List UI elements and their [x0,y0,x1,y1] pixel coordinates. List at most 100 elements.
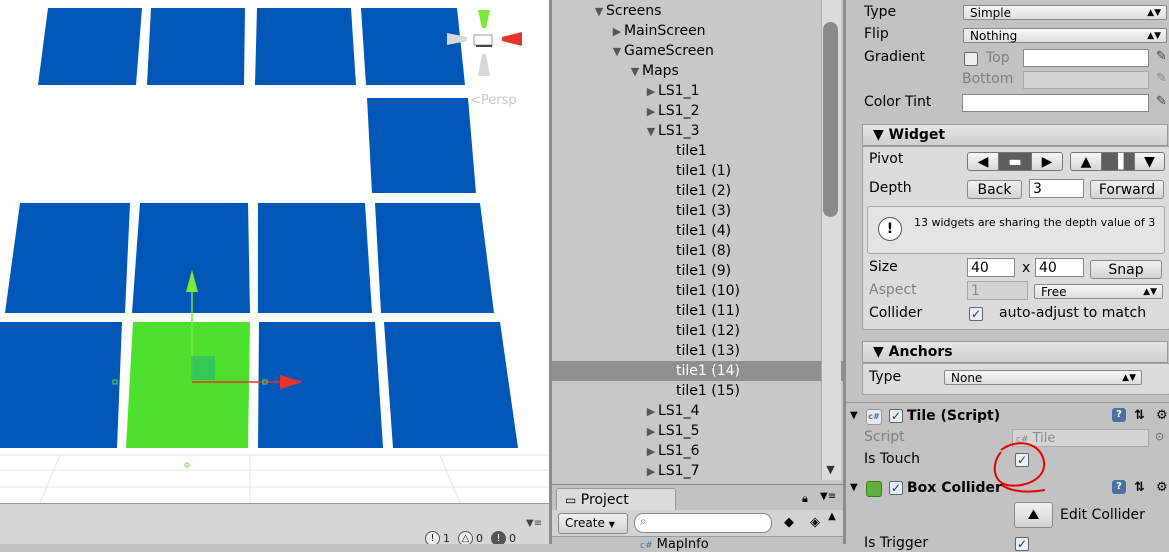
is-trigger-checkbox[interactable]: ✓ [1015,537,1029,551]
collapsed-arrow-icon[interactable]: ▶ [644,402,658,422]
info-count[interactable]: ! 1 [425,531,450,544]
eyedropper-icon[interactable]: ✎ [1156,94,1168,110]
depth-warning-box: ! 13 widgets are sharing the depth value… [867,206,1165,254]
collider-checkbox[interactable]: ✓ [969,307,983,321]
gear-icon[interactable]: ⚙ [1156,405,1168,427]
box-collider-enabled-checkbox[interactable]: ✓ [889,481,903,495]
info-count-value: 1 [443,532,450,544]
depth-back-button[interactable]: Back [967,180,1022,199]
gear-icon[interactable]: ⚙ [1156,477,1168,499]
expanded-arrow-icon[interactable]: ▼ [644,122,658,142]
hierarchy-item-label: tile1 (13) [676,343,740,359]
type-label: Type [864,4,897,20]
project-panel: ▭ Project 🔒︎ ▼≡ Create ▼ ⌕ ◆ ◈ c# MapInf… [552,484,843,552]
project-search-input[interactable]: ⌕ [634,513,772,533]
project-file-label: MapInfo [656,537,709,552]
size-x-label: x [1022,260,1031,276]
tile-script-enabled-checkbox[interactable]: ✓ [889,409,903,423]
gradient-top-label: Top [986,50,1010,66]
help-icon[interactable]: ? [1112,480,1126,494]
persp-text: Persp [480,93,517,108]
selected-tile[interactable] [126,322,250,448]
tile [367,98,476,193]
tile [132,203,250,313]
widget-header[interactable]: ▼ Widget [862,124,1168,146]
project-tab[interactable]: ▭ Project [556,488,676,511]
expanded-arrow-icon[interactable]: ▼ [592,2,606,22]
pivot-top-button[interactable]: ▲ [1070,152,1102,171]
hierarchy-item-label: LS1_5 [658,423,700,439]
hierarchy-item-label: tile1 (15) [676,383,740,399]
hierarchy-item-label: MainScreen [624,23,706,39]
gradient-top-color[interactable] [1023,49,1149,67]
error-count[interactable]: ! 0 [491,531,516,544]
aspect-mode-dropdown[interactable]: Free ▲▼ [1034,284,1163,299]
create-button[interactable]: Create ▼ [558,513,628,534]
collapsed-arrow-icon[interactable]: ▶ [610,22,624,42]
search-icon: ⌕ [640,514,647,528]
warning-count-value: 0 [476,532,483,544]
hierarchy-item-label: LS1_3 [658,123,700,139]
project-scroll-up-icon[interactable]: ▲ [822,511,842,545]
depth-forward-button[interactable]: Forward [1090,180,1164,199]
scene-status-bar: ▼≡ ! 1 △ 0 ! 0 [0,503,549,544]
size-width-field[interactable]: 40 [967,258,1015,277]
collapsed-arrow-icon[interactable]: ▶ [644,102,658,122]
hierarchy-item-label: GameScreen [624,43,714,59]
anchors-header[interactable]: ▼ Anchors [862,341,1168,363]
expanded-arrow-icon[interactable]: ▼ [610,42,624,62]
scene-view[interactable]: <Persp ▼≡ ! 1 △ 0 ! 0 [0,0,549,544]
object-picker-icon: ⊙ [1155,430,1165,443]
panel-menu-icon[interactable]: ▼≡ [820,491,836,502]
tile-script-header[interactable]: ▼ c# ✓ Tile (Script) ? ⇅ ⚙ [846,405,1169,427]
edit-collider-button[interactable]: ⛰ [1014,502,1053,528]
lock-icon[interactable]: 🔒︎ [802,492,808,506]
scene-menu-icon[interactable]: ▼≡ [526,518,542,529]
pivot-center-button[interactable]: ▬ [998,152,1032,171]
pivot-right-button[interactable]: ▶ [1031,152,1063,171]
size-height-field[interactable]: 40 [1035,258,1084,277]
tile [5,203,130,313]
pivot-middle-button[interactable]: ▐ [1101,152,1135,171]
project-file-item[interactable]: c# MapInfo [640,537,709,552]
tile [384,322,518,448]
perspective-label[interactable]: <Persp [470,93,517,108]
filter-by-label-icon[interactable]: ◈ [810,515,820,530]
depth-field[interactable]: 3 [1029,179,1084,198]
scroll-down-icon[interactable]: ▼ [821,460,840,480]
anchors-type-label: Type [869,369,902,385]
scene-canvas[interactable] [0,0,549,503]
inspector-panel: Type Simple ▲▼ Flip Nothing ▲▼ Gradient To… [846,0,1169,551]
collapsed-arrow-icon[interactable]: ▶ [644,82,658,102]
pivot-bottom-button[interactable]: ▼ [1134,152,1165,171]
hierarchy-item[interactable]: ▼ Screens [552,1,860,21]
help-icon[interactable]: ? [1112,408,1126,422]
collapsed-arrow-icon[interactable]: ▶ [644,462,658,482]
pivot-left-button[interactable]: ◀ [967,152,999,171]
snap-button[interactable]: Snap [1090,260,1162,279]
anchors-type-dropdown[interactable]: None ▲▼ [944,370,1142,385]
flip-dropdown[interactable]: Nothing ▲▼ [963,28,1167,43]
color-tint-field[interactable] [962,94,1149,112]
preset-icon[interactable]: ⇅ [1134,405,1145,427]
eyedropper-icon[interactable]: ✎ [1156,49,1168,65]
expanded-arrow-icon[interactable]: ▼ [628,62,642,82]
box-collider-header[interactable]: ▼ ✓ Box Collider ? ⇅ ⚙ [846,477,1169,499]
collapsed-arrow-icon[interactable]: ▶ [644,422,658,442]
hierarchy-item-label: tile1 (14) [676,363,740,379]
gradient-checkbox[interactable] [964,52,978,66]
preset-icon[interactable]: ⇅ [1134,477,1145,499]
filter-by-type-icon[interactable]: ◆ [784,515,794,530]
hierarchy-item-label: LS1_6 [658,443,700,459]
hierarchy-item-label: LS1_1 [658,83,700,99]
flip-label: Flip [864,26,889,42]
console-stats[interactable]: ! 1 △ 0 ! 0 [425,531,516,544]
collapsed-arrow-icon[interactable]: ▶ [644,442,658,462]
hierarchy-item-label: tile1 (3) [676,203,732,219]
tile [147,8,245,85]
anchors-header-label: Anchors [888,344,953,360]
type-dropdown[interactable]: Simple ▲▼ [963,5,1167,20]
hierarchy-scroll-thumb[interactable] [823,22,838,217]
hierarchy-item-label: tile1 (11) [676,303,740,319]
warning-count[interactable]: △ 0 [458,531,483,544]
